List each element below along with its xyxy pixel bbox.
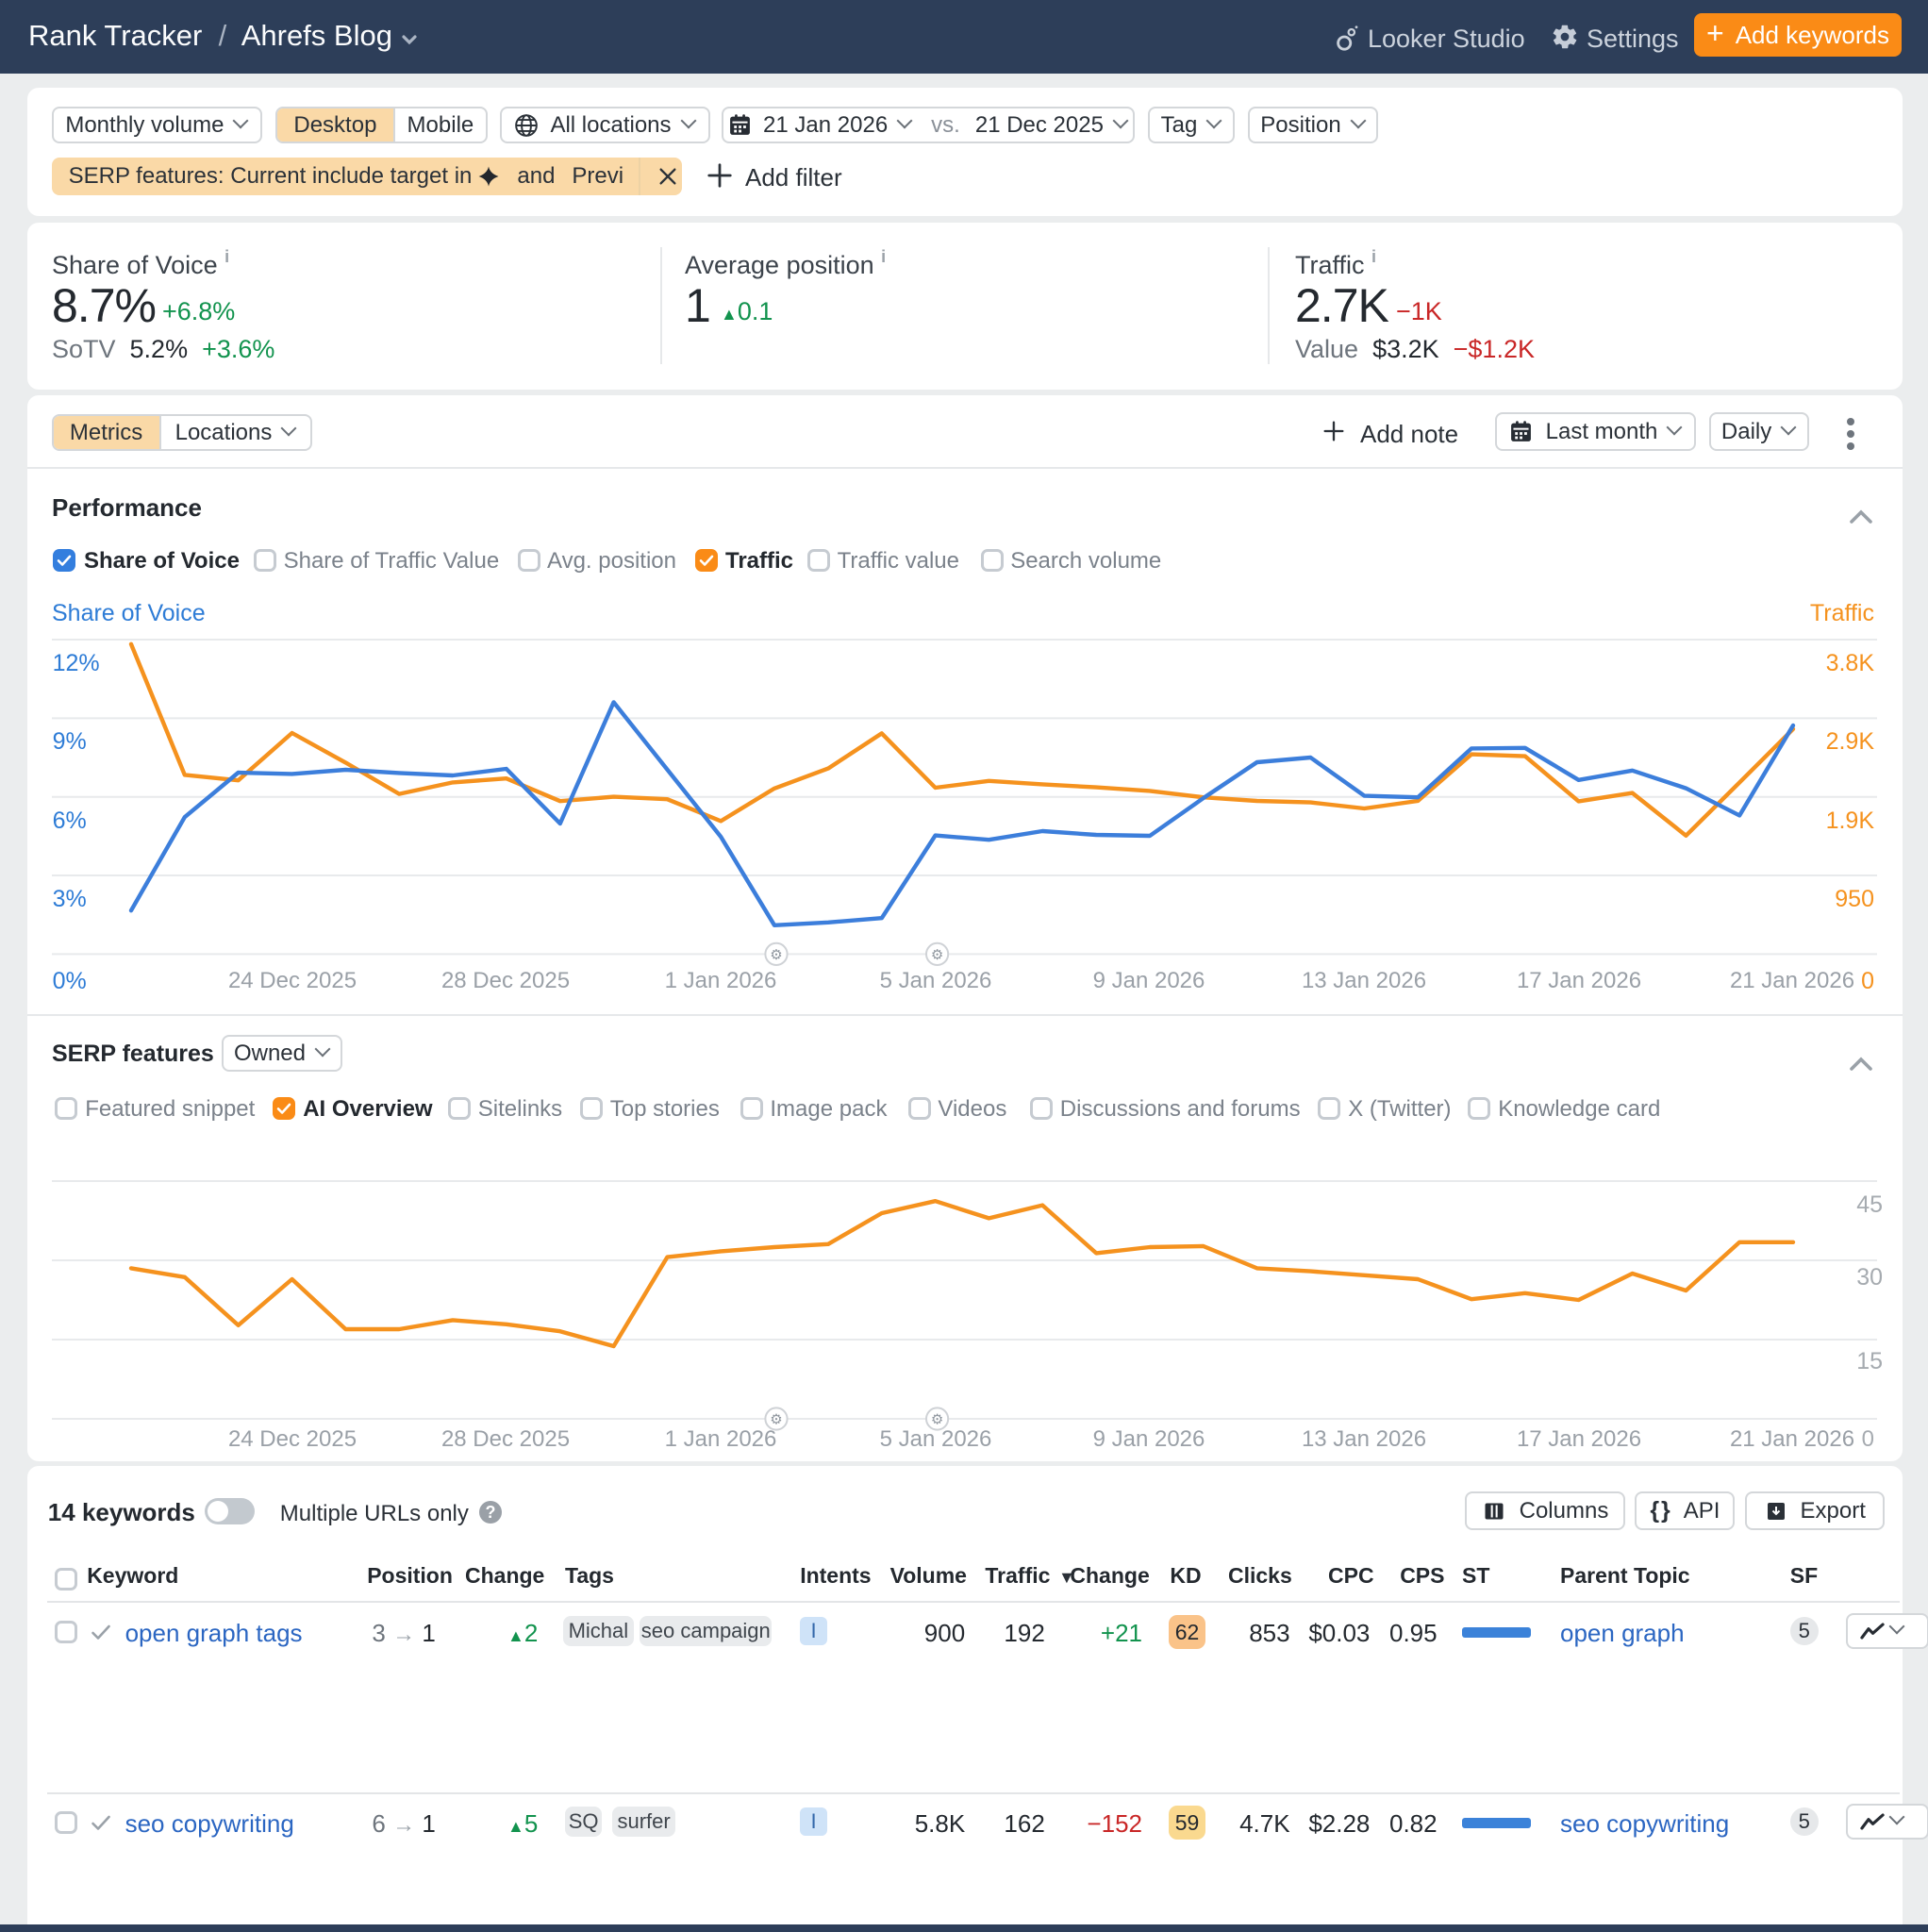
svg-text:⚙: ⚙ xyxy=(931,1411,943,1427)
svg-text:⚙: ⚙ xyxy=(770,947,782,963)
svg-text:⚙: ⚙ xyxy=(770,1411,782,1427)
svg-text:⚙: ⚙ xyxy=(931,947,943,963)
